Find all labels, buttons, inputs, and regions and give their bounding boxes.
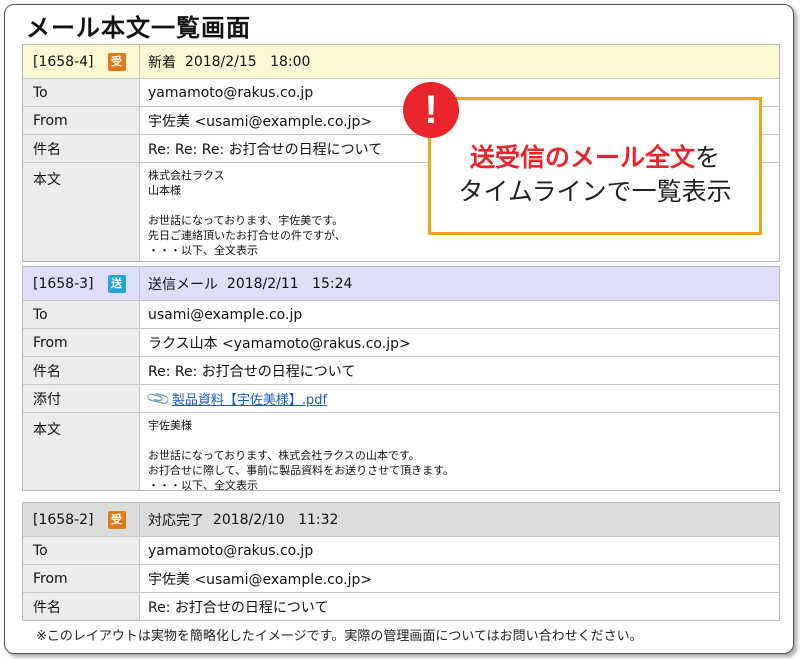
from-label: From	[23, 329, 140, 356]
attachment-label: 添付	[23, 385, 140, 412]
callout-subline: タイムラインで一覧表示	[458, 177, 732, 206]
callout-headline: 送受信のメール全文を	[431, 138, 759, 174]
received-badge: 受	[107, 52, 126, 71]
body-label: 本文	[23, 413, 140, 490]
mail-date: 2018/2/11	[226, 275, 299, 292]
from-value: 宇佐美 <usami@example.co.jp>	[148, 571, 373, 588]
mail-status: 送信メール	[148, 276, 218, 293]
to-label: To	[23, 79, 140, 106]
mail-time: 18:00	[270, 53, 311, 70]
to-value: yamamoto@rakus.co.jp	[148, 542, 314, 559]
mail-id-cell: [1658-2] 受	[23, 503, 140, 536]
attachment-row: 添付 📎 製品資料【宇佐美様】.pdf	[23, 384, 779, 412]
mail-time: 11:32	[298, 511, 339, 528]
from-value: ラクス山本 <yamamoto@rakus.co.jp>	[148, 335, 411, 352]
to-row: To usami@example.co.jp	[23, 300, 779, 328]
body-line: お打合せに際して、事前に製品資料をお送りさせて頂きます。	[148, 464, 455, 477]
body-line: ・・・以下、全文表示	[148, 479, 258, 490]
from-label: From	[23, 565, 140, 592]
mail-time: 15:24	[312, 275, 353, 292]
from-label: From	[23, 107, 140, 134]
feature-callout: 送受信のメール全文を タイムラインで一覧表示	[428, 97, 762, 235]
subject-row: 件名 Re: お打合せの日程について	[23, 592, 779, 620]
body-line: ・・・以下、全文表示	[148, 244, 258, 257]
body-value: 宇佐美様 お世話になっております、株式会社ラクスの山本です。 お打合せに際して、…	[140, 413, 779, 490]
mail-card[interactable]: [1658-3] 送 送信メール 2018/2/11 15:24 To usam…	[22, 266, 780, 491]
mail-status-cell: 新着 2018/2/15 18:00	[140, 45, 779, 78]
attachment-link[interactable]: 製品資料【宇佐美様】.pdf	[172, 389, 327, 408]
to-label: To	[23, 301, 140, 328]
mail-date: 2018/2/10	[212, 511, 285, 528]
mail-card[interactable]: [1658-2] 受 対応完了 2018/2/10 11:32 To yamam…	[22, 502, 780, 621]
from-row: From 宇佐美 <usami@example.co.jp>	[23, 564, 779, 592]
mail-header[interactable]: [1658-4] 受 新着 2018/2/15 18:00	[23, 45, 779, 78]
callout-suffix: を	[695, 143, 721, 172]
to-label: To	[23, 537, 140, 564]
mail-id-cell: [1658-4] 受	[23, 45, 140, 78]
to-value: usami@example.co.jp	[148, 306, 303, 323]
mail-id: [1658-2]	[33, 511, 94, 528]
sent-badge: 送	[107, 274, 126, 293]
mail-header[interactable]: [1658-3] 送 送信メール 2018/2/11 15:24	[23, 267, 779, 300]
mail-status-cell: 対応完了 2018/2/10 11:32	[140, 503, 779, 536]
to-row: To yamamoto@rakus.co.jp	[23, 536, 779, 564]
subject-label: 件名	[23, 357, 140, 384]
mail-status-cell: 送信メール 2018/2/11 15:24	[140, 267, 779, 300]
attachment-value: 📎 製品資料【宇佐美様】.pdf	[140, 385, 779, 412]
body-line	[148, 433, 779, 448]
body-row: 本文 宇佐美様 お世話になっております、株式会社ラクスの山本です。 お打合せに際…	[23, 412, 779, 490]
mail-status: 新着	[148, 54, 176, 71]
body-line: お世話になっております、株式会社ラクスの山本です。	[148, 449, 420, 462]
mail-id: [1658-4]	[33, 53, 94, 70]
footnote: ※このレイアウトは実物を簡略化したイメージです。実際の管理画面についてはお問い合…	[36, 629, 643, 644]
subject-value: Re: Re: お打合せの日程について	[148, 363, 356, 380]
subject-label: 件名	[23, 593, 140, 620]
body-label: 本文	[23, 163, 140, 261]
from-row: From ラクス山本 <yamamoto@rakus.co.jp>	[23, 328, 779, 356]
body-line: 宇佐美様	[148, 419, 192, 432]
paperclip-icon: 📎	[144, 385, 172, 412]
received-badge: 受	[107, 510, 126, 529]
subject-value: Re: お打合せの日程について	[148, 599, 329, 616]
mail-id: [1658-3]	[33, 275, 94, 292]
page-title: メール本文一覧画面	[26, 14, 251, 42]
subject-row: 件名 Re: Re: お打合せの日程について	[23, 356, 779, 384]
mail-date: 2018/2/15	[184, 53, 257, 70]
exclamation-icon: !	[403, 82, 459, 138]
mail-id-cell: [1658-3] 送	[23, 267, 140, 300]
mail-header[interactable]: [1658-2] 受 対応完了 2018/2/10 11:32	[23, 503, 779, 536]
subject-label: 件名	[23, 135, 140, 162]
callout-emphasis: 送受信のメール全文	[469, 143, 695, 172]
mail-status: 対応完了	[148, 512, 204, 529]
